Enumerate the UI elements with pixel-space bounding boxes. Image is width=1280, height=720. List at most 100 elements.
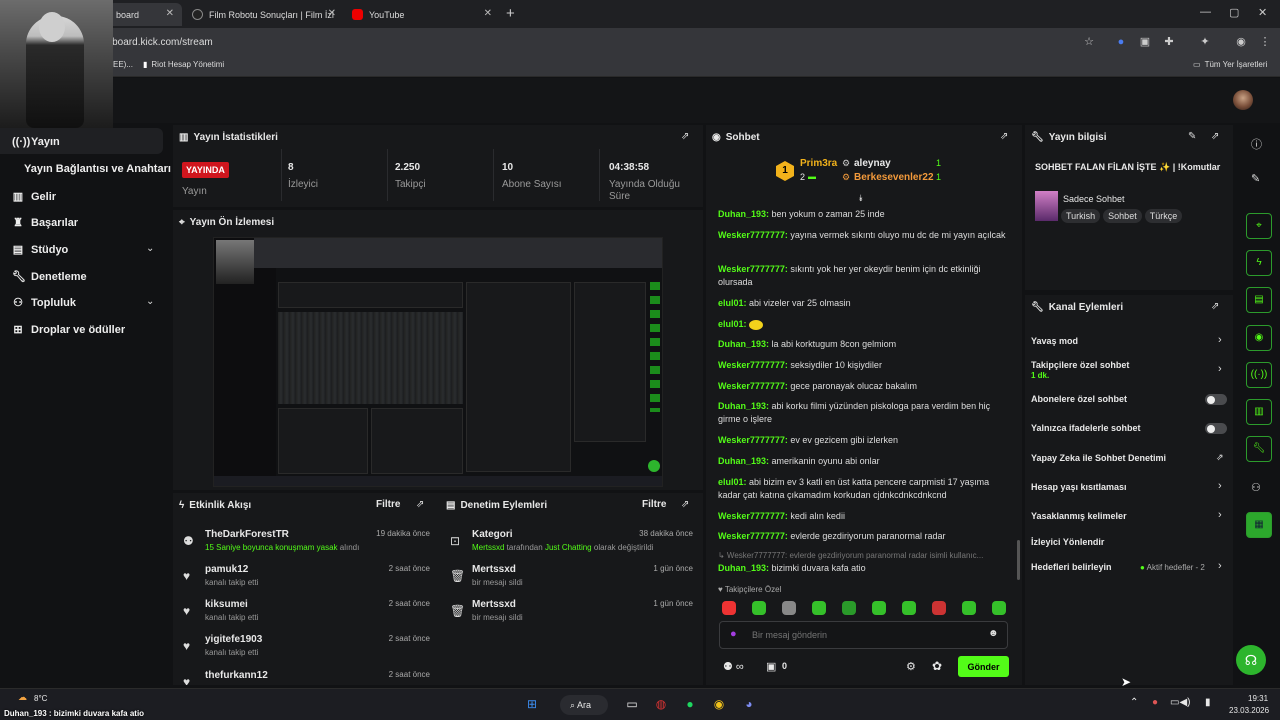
close-window-icon[interactable]: ✕ <box>1258 6 1267 19</box>
info-icon[interactable]: ⓘ <box>1251 136 1262 152</box>
app-icon[interactable]: ◍ <box>652 697 670 711</box>
menu-icon[interactable]: ⋮ <box>1258 35 1272 49</box>
profile-icon[interactable]: ◉ <box>1234 35 1248 49</box>
chevron-right-icon[interactable]: › <box>1218 363 1222 375</box>
search-button[interactable]: ⌕ Ara <box>560 695 608 715</box>
bookmark-item[interactable]: ▮ Riot Hesap Yönetimi <box>143 60 224 69</box>
chevron-right-icon[interactable]: › <box>1218 480 1222 492</box>
chat-scrollbar[interactable] <box>1017 540 1020 580</box>
action-ai-moderation[interactable]: Yapay Zeka ile Sohbet Denetimi <box>1031 453 1166 463</box>
mod-tools-icon[interactable]: ✿ <box>932 659 942 673</box>
feed-name[interactable]: yigitefe1903 <box>205 634 262 645</box>
chevron-right-icon[interactable]: › <box>1218 509 1222 521</box>
pin-icon[interactable]: ✦ <box>1198 35 1212 49</box>
chat-user[interactable]: elul01: <box>718 319 747 329</box>
stream-preview-video[interactable] <box>213 237 663 487</box>
mic-icon[interactable]: ● <box>730 628 737 640</box>
emote-icon[interactable] <box>962 601 976 615</box>
chat-user[interactable]: Duhan_193: <box>718 339 769 349</box>
star-icon[interactable]: ☆ <box>1082 35 1096 49</box>
action-banned-words[interactable]: Yasaklanmış kelimeler <box>1031 511 1127 521</box>
emote-icon[interactable] <box>842 601 856 615</box>
close-icon[interactable]: ✕ <box>328 8 336 19</box>
sidebar-item-moderation[interactable]: 🔧︎ Denetleme <box>12 270 87 284</box>
chat-user[interactable]: Duhan_193: <box>718 456 769 466</box>
chat-input[interactable] <box>752 626 972 644</box>
action-goals[interactable]: Hedefleri belirleyin <box>1031 562 1112 572</box>
emoji-icon[interactable]: ☻ <box>988 628 999 639</box>
gifter-name[interactable]: aleynay <box>854 158 891 169</box>
battery-icon[interactable]: ▮ <box>1205 697 1211 708</box>
task-view-icon[interactable]: ▭ <box>623 697 641 711</box>
avatar[interactable] <box>1233 90 1253 110</box>
points-icon[interactable]: ⚉ ∞ <box>723 660 744 673</box>
chat-user[interactable]: Duhan_193: <box>718 401 769 411</box>
sidebar-item-stream[interactable]: ((·)) Yayın <box>12 136 60 148</box>
chat-user[interactable]: Wesker7777777: <box>718 381 788 391</box>
emote-icon[interactable] <box>812 601 826 615</box>
action-followers-only[interactable]: Takipçilere özel sohbet <box>1031 360 1129 370</box>
chevron-down-icon[interactable]: ⌄ <box>146 296 154 307</box>
edit-icon[interactable]: ✎ <box>1188 131 1196 142</box>
mod-name[interactable]: Mertssxd <box>472 599 516 610</box>
tab-film-robotu[interactable]: Film Robotu Sonuçları | Film İzl ✕ <box>184 3 344 26</box>
filter-button[interactable]: Filtre <box>376 499 400 510</box>
sidebar-item-stream-key[interactable]: Yayın Bağlantısı ve Anahtarı <box>24 163 171 175</box>
chat-user[interactable]: Duhan_193: <box>718 209 769 219</box>
action-subs-only[interactable]: Abonelere özel sohbet <box>1031 394 1127 404</box>
puzzle-icon[interactable]: ✚ <box>1162 35 1176 49</box>
popout-icon[interactable]: ⇗ <box>416 499 424 510</box>
close-icon[interactable]: ✕ <box>166 8 174 19</box>
external-link-icon[interactable]: ⇗ <box>1216 452 1224 463</box>
action-account-age[interactable]: Hesap yaşı kısıtlaması <box>1031 482 1127 492</box>
community-icon[interactable]: ⚇ <box>1251 481 1261 494</box>
tag[interactable]: Turkish <box>1061 209 1101 223</box>
tag[interactable]: Türkçe <box>1144 209 1183 223</box>
filter-button[interactable]: Filtre <box>642 499 666 510</box>
rail-button[interactable]: ▥ <box>1246 399 1272 425</box>
category-name[interactable]: Sadece Sohbet <box>1063 194 1125 204</box>
all-bookmarks[interactable]: ▭ Tüm Yer İşaretleri <box>1193 60 1267 69</box>
expand-arrow-icon[interactable]: ⯯ <box>858 193 863 204</box>
sidebar-item-community[interactable]: ⚇ Topluluk <box>12 296 76 310</box>
chat-user[interactable]: elul01: <box>718 477 747 487</box>
popout-icon[interactable]: ⇗ <box>1211 131 1219 142</box>
mic-tray-icon[interactable]: ● <box>1152 697 1158 708</box>
chat-user[interactable]: elul01: <box>718 298 747 308</box>
emote-icon[interactable] <box>752 601 766 615</box>
rail-button[interactable]: ϟ <box>1246 250 1272 276</box>
volume-icon[interactable]: ▭◀) <box>1170 697 1190 708</box>
action-slow-mode[interactable]: Yavaş mod <box>1031 336 1078 346</box>
sidebar-item-achievements[interactable]: ♜ Başarılar <box>12 216 78 230</box>
emote-icon[interactable] <box>932 601 946 615</box>
popout-icon[interactable]: ⇗ <box>681 499 689 510</box>
tab-kick-dashboard[interactable]: board ✕ <box>108 3 182 26</box>
emote-icon[interactable] <box>722 601 736 615</box>
pencil-icon[interactable]: ✎ <box>1251 172 1260 185</box>
extension-icon[interactable]: ● <box>1114 35 1128 49</box>
emotes-only-toggle[interactable] <box>1205 423 1227 434</box>
emote-icon[interactable] <box>902 601 916 615</box>
support-chat-button[interactable]: ☊ <box>1236 645 1266 675</box>
emote-icon[interactable] <box>782 601 796 615</box>
gift-box-icon[interactable]: ▣ <box>766 660 776 673</box>
sidebar-item-drops[interactable]: ⊞ Droplar ve ödüller <box>12 323 125 337</box>
subs-only-toggle[interactable] <box>1205 394 1227 405</box>
emote-icon[interactable] <box>872 601 886 615</box>
chat-user[interactable]: Wesker7777777: <box>718 264 788 274</box>
chat-user[interactable]: Wesker7777777: <box>718 230 788 240</box>
extension-icon[interactable]: ▣ <box>1138 35 1152 49</box>
maximize-icon[interactable]: ▢ <box>1229 6 1239 19</box>
chat-user[interactable]: Wesker7777777: <box>718 360 788 370</box>
tray-chevron-icon[interactable]: ⌃ <box>1130 697 1138 708</box>
chrome-icon[interactable]: ◉ <box>710 697 728 711</box>
rail-button[interactable]: 🔧︎ <box>1246 436 1272 462</box>
spotify-icon[interactable]: ● <box>681 697 699 711</box>
feed-name[interactable]: kiksumei <box>205 599 248 610</box>
popout-icon[interactable]: ⇗ <box>681 131 689 142</box>
rail-button[interactable]: ⌖ <box>1246 213 1272 239</box>
rail-button[interactable]: ▦ <box>1246 512 1272 538</box>
action-host[interactable]: İzleyici Yönlendir <box>1031 537 1104 547</box>
gifter-name[interactable]: Berkesevenler22 <box>854 172 934 183</box>
chat-input-box[interactable]: ● ☻ <box>719 621 1008 649</box>
